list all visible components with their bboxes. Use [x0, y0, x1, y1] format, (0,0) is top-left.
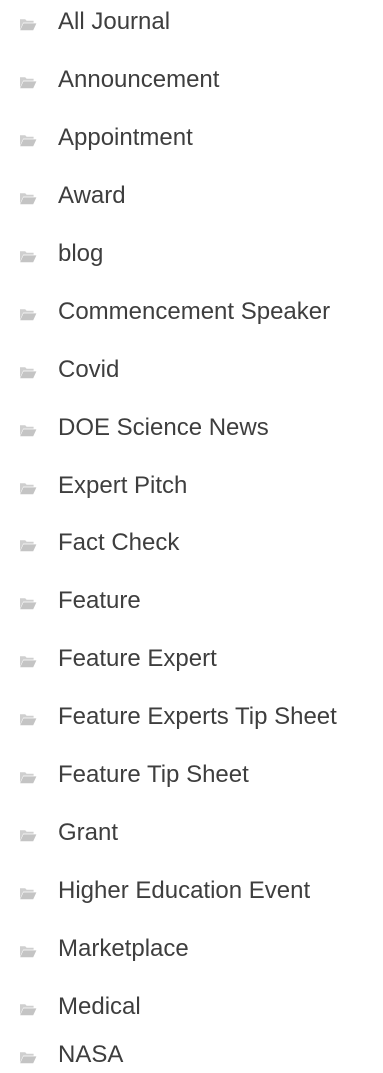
folder-open-icon: [19, 539, 37, 552]
category-label: NASA: [58, 1041, 124, 1068]
category-item-grant[interactable]: Grant: [0, 805, 383, 863]
folder-open-icon: [19, 76, 37, 89]
category-label: DOE Science News: [58, 414, 269, 441]
folder-open-icon: [19, 1003, 37, 1016]
folder-open-icon: [19, 250, 37, 263]
category-label: Appointment: [58, 124, 193, 151]
folder-open-icon: [19, 655, 37, 668]
category-item-feature[interactable]: Feature: [0, 573, 383, 631]
folder-open-icon: [19, 192, 37, 205]
category-item-award[interactable]: Award: [0, 168, 383, 226]
category-label: Feature: [58, 587, 141, 614]
category-label: Feature Tip Sheet: [58, 761, 249, 788]
category-label: Commencement Speaker: [58, 298, 331, 325]
folder-open-icon: [19, 829, 37, 842]
category-item-feature-expert[interactable]: Feature Expert: [0, 631, 383, 689]
folder-open-icon: [19, 771, 37, 784]
category-label: Fact Check: [58, 529, 180, 556]
category-label: Expert Pitch: [58, 472, 188, 499]
category-item-marketplace[interactable]: Marketplace: [0, 921, 383, 979]
folder-open-icon: [19, 366, 37, 379]
category-label: Feature Experts Tip Sheet: [58, 703, 337, 730]
folder-open-icon: [19, 887, 37, 900]
folder-open-icon: [19, 1051, 37, 1064]
category-item-feature-tip-sheet[interactable]: Feature Tip Sheet: [0, 747, 383, 805]
category-item-nasa[interactable]: NASA: [0, 1036, 383, 1073]
category-item-higher-education-event[interactable]: Higher Education Event: [0, 863, 383, 921]
folder-open-icon: [19, 597, 37, 610]
folder-open-icon: [19, 18, 37, 31]
category-list: All Journal Announcement Appointment Awa…: [0, 0, 383, 1073]
category-label: All Journal: [58, 8, 171, 35]
category-item-doe-science-news[interactable]: DOE Science News: [0, 400, 383, 458]
category-label: Grant: [58, 819, 119, 846]
folder-open-icon: [19, 945, 37, 958]
category-item-expert-pitch[interactable]: Expert Pitch: [0, 458, 383, 516]
category-item-appointment[interactable]: Appointment: [0, 110, 383, 168]
category-label: Feature Expert: [58, 645, 217, 672]
folder-open-icon: [19, 424, 37, 437]
category-item-medical[interactable]: Medical: [0, 979, 383, 1037]
category-item-all-journal[interactable]: All Journal: [0, 0, 383, 52]
category-item-feature-experts-tip-sheet[interactable]: Feature Experts Tip Sheet: [0, 689, 383, 747]
folder-open-icon: [19, 134, 37, 147]
category-item-commencement-speaker[interactable]: Commencement Speaker: [0, 284, 383, 342]
category-label: Covid: [58, 356, 120, 383]
folder-open-icon: [19, 308, 37, 321]
category-item-covid[interactable]: Covid: [0, 342, 383, 400]
category-item-blog[interactable]: blog: [0, 226, 383, 284]
category-label: Award: [58, 182, 126, 209]
category-label: Medical: [58, 993, 141, 1020]
category-label: Marketplace: [58, 935, 189, 962]
category-item-announcement[interactable]: Announcement: [0, 52, 383, 110]
folder-open-icon: [19, 713, 37, 726]
category-label: Announcement: [58, 66, 220, 93]
category-item-fact-check[interactable]: Fact Check: [0, 515, 383, 573]
category-label: blog: [58, 240, 104, 267]
folder-open-icon: [19, 482, 37, 495]
category-label: Higher Education Event: [58, 877, 311, 904]
